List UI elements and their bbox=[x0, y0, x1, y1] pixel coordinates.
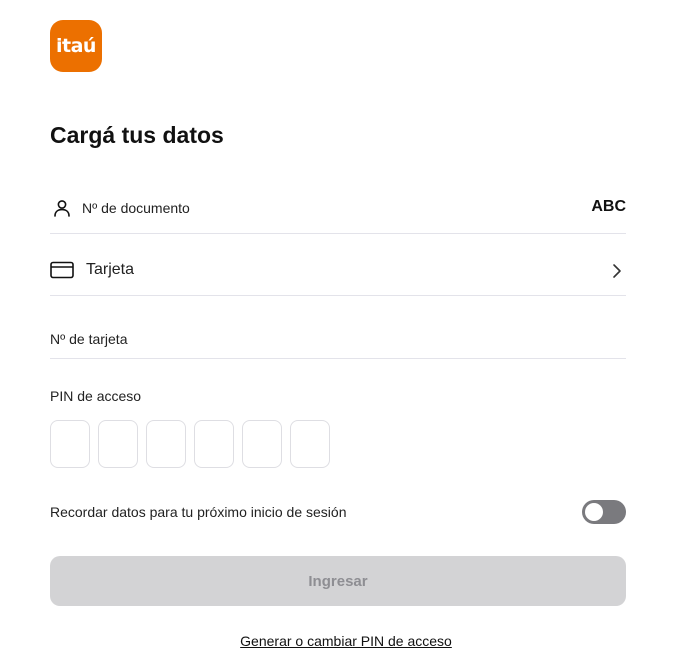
document-field[interactable]: Nº de documento ABC bbox=[50, 188, 626, 234]
submit-button[interactable]: Ingresar bbox=[50, 556, 626, 606]
pin-digit-3[interactable] bbox=[146, 420, 186, 468]
card-number-field[interactable]: Nº de tarjeta bbox=[50, 322, 630, 360]
pin-link-container: Generar o cambiar PIN de acceso bbox=[0, 633, 692, 649]
pin-digit-4[interactable] bbox=[194, 420, 234, 468]
logo-text: itaú bbox=[56, 35, 96, 57]
chevron-right-icon bbox=[613, 264, 621, 278]
pin-digit-1[interactable] bbox=[50, 420, 90, 468]
toggle-knob bbox=[585, 503, 603, 521]
card-number-input[interactable] bbox=[50, 322, 630, 360]
pin-label: PIN de acceso bbox=[50, 388, 142, 404]
keyboard-type-toggle[interactable]: ABC bbox=[591, 198, 626, 216]
generate-pin-link[interactable]: Generar o cambiar PIN de acceso bbox=[240, 633, 452, 649]
page-title: Cargá tus datos bbox=[50, 122, 224, 148]
card-selector-label: Tarjeta bbox=[86, 261, 135, 278]
user-icon bbox=[54, 200, 70, 217]
pin-input-group bbox=[50, 420, 330, 468]
pin-digit-2[interactable] bbox=[98, 420, 138, 468]
credit-card-icon bbox=[50, 261, 74, 279]
remember-toggle[interactable] bbox=[582, 500, 626, 524]
remember-label: Recordar datos para tu próximo inicio de… bbox=[50, 504, 347, 520]
card-selector[interactable]: Tarjeta bbox=[50, 250, 626, 296]
pin-digit-6[interactable] bbox=[290, 420, 330, 468]
document-label: Nº de documento bbox=[82, 200, 190, 216]
itau-logo: itaú bbox=[50, 20, 102, 72]
pin-digit-5[interactable] bbox=[242, 420, 282, 468]
